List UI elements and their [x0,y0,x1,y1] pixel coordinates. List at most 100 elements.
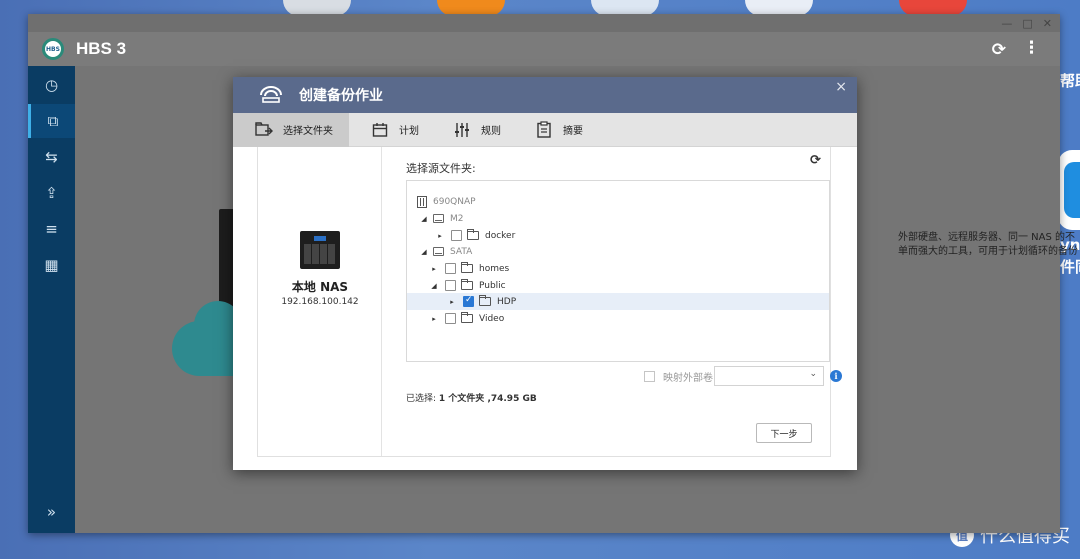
tree-row-video[interactable]: ▸ Video [407,310,829,327]
dialog-header: 创建备份作业 × [233,77,857,113]
wizard-steps: 选择文件夹 计划 规则 摘要 [233,112,857,147]
sidebar-item-restore[interactable]: ⇪ [28,176,75,210]
volume-icon [433,247,444,256]
desktop-label-files[interactable]: 件同 [1060,256,1080,277]
volume-icon [433,214,444,223]
step-select-folder[interactable]: 选择文件夹 [233,112,349,147]
tree-refresh-icon[interactable]: ⟳ [810,153,821,168]
folder-select-icon [255,121,273,139]
step-label: 选择文件夹 [283,126,333,137]
restore-icon: ⇪ [45,184,58,202]
app-titlebar: HBS HBS 3 ⟳ ⋮ [28,32,1060,66]
sidebar-expand-icon[interactable]: » [28,503,75,521]
window-close-button[interactable]: ✕ [1043,17,1052,30]
minimize-button[interactable]: — [1001,17,1012,30]
map-external-checkbox[interactable] [644,371,655,382]
sidebar-item-sync[interactable]: ⇆ [28,140,75,174]
step-label: 摘要 [563,126,583,137]
folder-icon [461,262,473,273]
dialog-body: 本地 NAS 192.168.100.142 选择源文件夹: ⟳ 690QNAP… [257,147,842,457]
collapse-arrow-icon[interactable]: ◢ [419,248,429,256]
storage-icon: ≡ [45,220,58,238]
source-folder-label: 选择源文件夹: [406,162,476,175]
dashboard-icon: ◷ [44,76,59,94]
expand-arrow-icon[interactable]: ▸ [429,315,439,323]
folder-icon [461,312,473,323]
expand-arrow-icon[interactable]: ▸ [429,265,439,273]
summary-clipboard-icon [535,121,553,139]
expand-arrow-icon[interactable]: ▸ [447,298,457,306]
app-title: HBS 3 [76,39,127,58]
tree-row-root[interactable]: 690QNAP [407,193,829,210]
folder-tree: 690QNAP ◢ M2 ▸ docker ◢ SATA ▸ homes ◢ P… [406,180,830,362]
expand-arrow-icon[interactable]: ▸ [435,232,445,240]
tree-label: 690QNAP [433,196,476,207]
tree-label: docker [485,230,516,241]
selected-prefix: 已选择: [406,394,439,404]
background-description-line: 外部硬盘、远程服务器、同一 NAS 的不 [898,232,1076,243]
tree-row-m2[interactable]: ◢ M2 [407,210,829,227]
dialog-title: 创建备份作业 [299,88,383,104]
folder-checkbox[interactable] [445,263,456,274]
local-nas-name: 本地 NAS [291,280,349,294]
maximize-button[interactable]: □ [1022,17,1032,30]
tree-label: SATA [450,246,473,257]
desktop-sync-app-icon[interactable] [1058,150,1080,230]
backup-job-icon [257,85,285,105]
hbs-logo-icon: HBS [42,38,64,60]
tree-label: M2 [450,213,464,224]
nas-root-icon [417,195,427,208]
tree-row-docker[interactable]: ▸ docker [407,227,829,244]
window-controls: — □ ✕ [1001,14,1060,32]
sidebar-item-storage[interactable]: ≡ [28,212,75,246]
collapse-arrow-icon[interactable]: ◢ [429,282,439,290]
sidebar-item-overview[interactable]: ◷ [28,68,75,102]
tree-row-public[interactable]: ◢ Public [407,277,829,294]
tree-label: HDP [497,296,517,307]
dialog-close-icon[interactable]: × [835,79,847,95]
step-summary[interactable]: 摘要 [513,113,595,147]
next-step-button[interactable]: 下一步 [756,423,812,443]
tree-label: Public [479,280,506,291]
step-rules[interactable]: 规则 [431,113,513,147]
selected-summary: 已选择: 1 个文件夹 ,74.95 GB [406,391,537,404]
rules-sliders-icon [453,121,471,139]
map-external-label: 映射外部卷 [663,373,713,384]
desktop-label-help[interactable]: 帮助 [1060,70,1080,91]
calendar-icon [371,121,389,139]
local-nas-panel: 本地 NAS 192.168.100.142 [258,147,382,456]
folder-checkbox[interactable] [451,230,462,241]
collapse-arrow-icon[interactable]: ◢ [419,215,429,223]
sync-icon: ⇆ [45,148,58,166]
chevron-down-icon: ⌄ [809,369,817,379]
create-backup-job-dialog: 创建备份作业 × 选择文件夹 计划 规则 摘要 本地 NAS 192.168.1… [233,77,857,470]
info-icon[interactable]: i [830,370,842,382]
more-options-icon[interactable]: ⋮ [1023,38,1040,58]
step-label: 规则 [481,126,501,137]
selected-size: ,74.95 GB [484,394,537,404]
step-schedule[interactable]: 计划 [349,113,431,147]
app-refresh-icon[interactable]: ⟳ [992,40,1006,60]
folder-checkbox-checked[interactable] [463,295,474,307]
tree-label: homes [479,263,510,274]
sidebar-item-backup[interactable]: ⧉ [28,104,75,138]
sidebar: ◷ ⧉ ⇆ ⇪ ≡ ▦ » [28,66,75,533]
services-icon: ▦ [44,256,59,274]
backup-icon: ⧉ [47,112,59,130]
selected-count: 1 个文件夹 [438,394,485,404]
sidebar-item-services[interactable]: ▦ [28,248,75,282]
folder-icon [479,295,491,306]
tree-row-homes[interactable]: ▸ homes [407,260,829,277]
background-description-line: 单而强大的工具，可用于计划循环的备份 [898,246,1078,257]
step-label: 计划 [399,126,419,137]
local-nas-ip: 192.168.100.142 [281,297,359,307]
open-folder-icon [461,279,473,290]
folder-checkbox[interactable] [445,280,456,291]
map-external-volume-option: 映射外部卷 [644,369,713,384]
external-volume-select[interactable]: ⌄ [714,366,824,386]
nas-device-icon [300,231,340,269]
tree-row-hdp[interactable]: ▸ HDP [407,293,829,310]
tree-row-sata[interactable]: ◢ SATA [407,243,829,260]
tree-label: Video [479,313,505,324]
folder-checkbox[interactable] [445,313,456,324]
